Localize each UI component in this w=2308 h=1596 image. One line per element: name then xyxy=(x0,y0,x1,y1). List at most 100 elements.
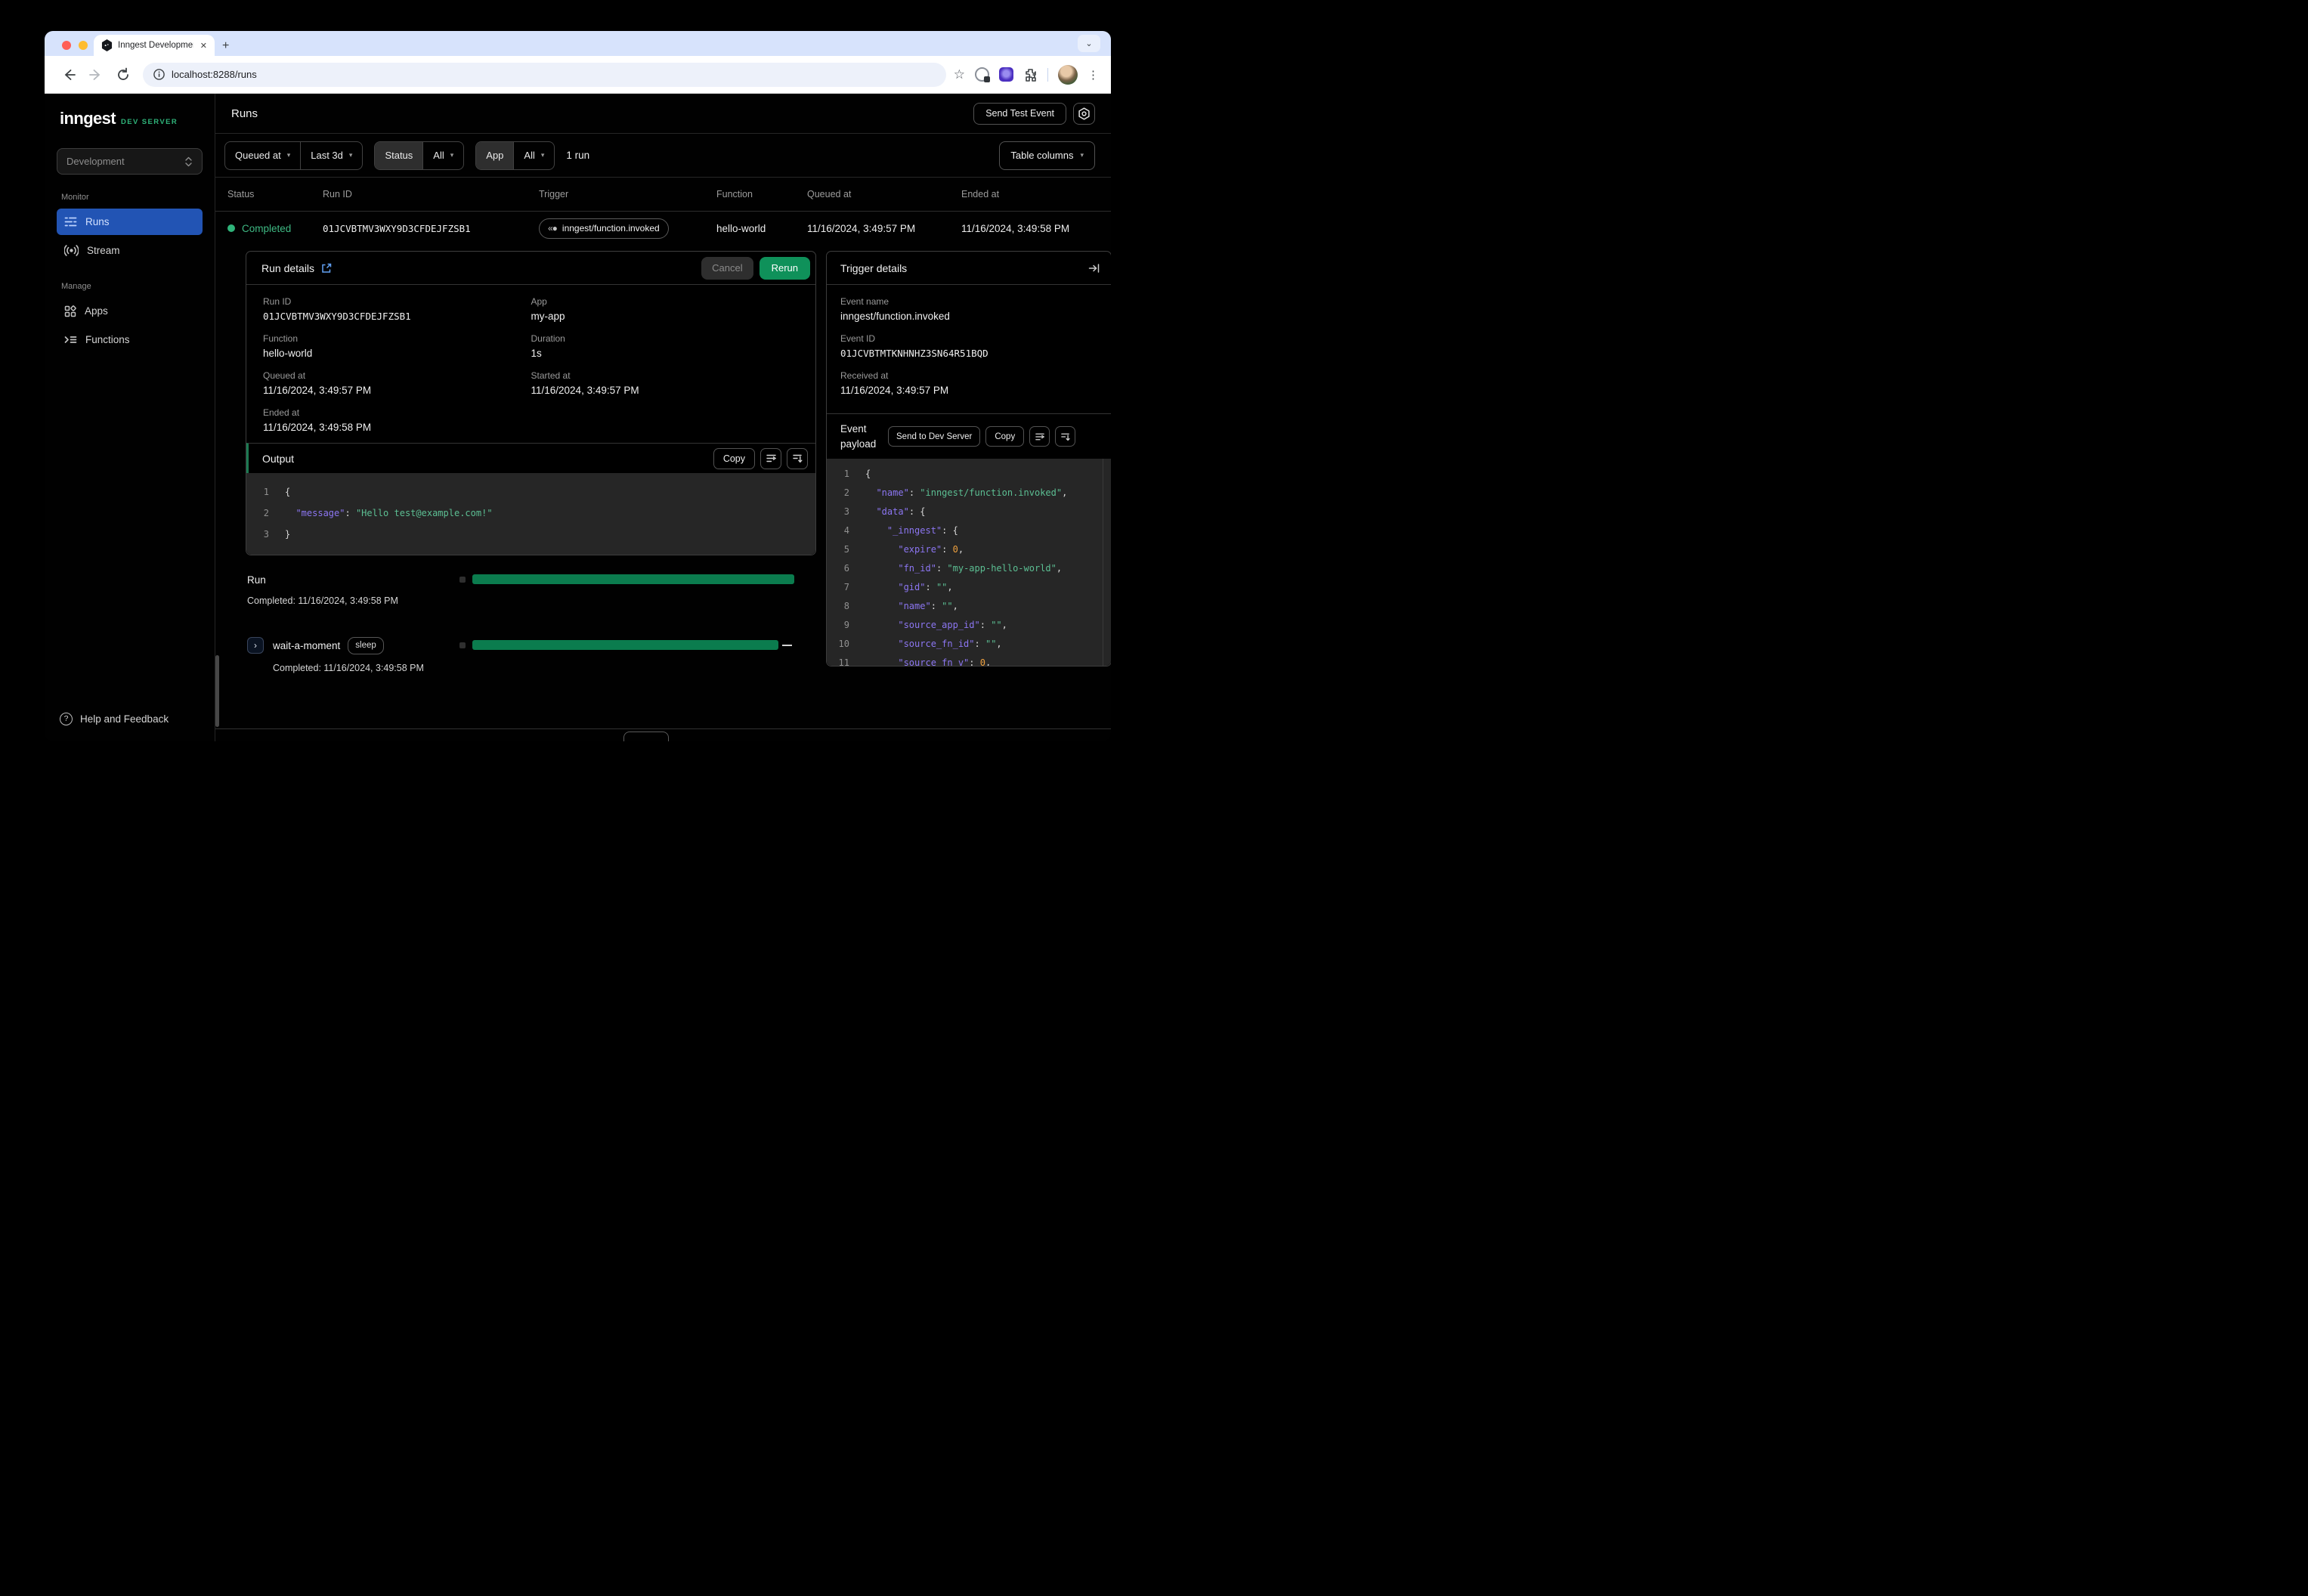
wrap-text-button[interactable] xyxy=(760,447,781,469)
send-to-dev-server-button[interactable]: Send to Dev Server xyxy=(888,426,981,447)
received-at-value: 11/16/2024, 3:49:57 PM xyxy=(840,385,949,396)
gear-icon xyxy=(1078,107,1090,120)
send-test-event-button[interactable]: Send Test Event xyxy=(973,102,1066,125)
filter-bar: Queued at ▾ Last 3d ▾ Status All ▾ App A… xyxy=(215,134,1111,178)
sidebar-item-apps[interactable]: Apps xyxy=(57,298,203,324)
field-app: App my-app xyxy=(531,296,800,322)
help-icon: ? xyxy=(60,712,73,725)
trigger-details-header: Trigger details xyxy=(827,252,1111,285)
row-ended-at: 11/16/2024, 3:49:58 PM xyxy=(961,222,1070,234)
tab-close-icon[interactable]: ✕ xyxy=(199,41,209,51)
monitor-section-label: Monitor xyxy=(61,193,89,202)
queued-at-value: 11/16/2024, 3:49:57 PM xyxy=(263,385,372,396)
time-range-dropdown[interactable]: Last 3d ▾ xyxy=(301,142,362,169)
browser-tab[interactable]: Inngest Development Server ✕ xyxy=(94,35,215,56)
payload-copy-button[interactable]: Copy xyxy=(985,426,1025,447)
help-and-feedback[interactable]: ? Help and Feedback xyxy=(57,705,203,732)
new-tab-button[interactable]: + xyxy=(222,40,229,52)
app-filter-dropdown[interactable]: All ▾ xyxy=(514,142,554,169)
event-payload-label: Event payload xyxy=(840,423,877,450)
ended-at-value: 11/16/2024, 3:49:58 PM xyxy=(263,422,372,433)
cut-off-button[interactable] xyxy=(623,732,669,741)
back-button[interactable] xyxy=(60,66,77,83)
apps-icon xyxy=(64,305,76,317)
collapse-panel-icon[interactable] xyxy=(1088,263,1100,274)
run-completed-text: Completed: 11/16/2024, 3:49:58 PM xyxy=(247,595,398,606)
toolbar-actions: ☆ ⋮ xyxy=(954,64,1100,85)
payload-wrap-text-button[interactable] xyxy=(1029,426,1050,447)
environment-value: Development xyxy=(67,156,125,167)
sidebar-item-label: Apps xyxy=(85,305,108,317)
scrollbar-thumb[interactable] xyxy=(215,655,219,727)
external-link-icon[interactable] xyxy=(321,263,332,274)
manage-section-label: Manage xyxy=(61,282,91,291)
payload-scroll-to-bottom-button[interactable] xyxy=(1055,426,1076,447)
column-header-function: Function xyxy=(716,189,753,200)
function-link[interactable]: hello-world xyxy=(263,348,531,359)
chevron-down-icon: ▾ xyxy=(450,151,454,159)
trigger-details-card: Trigger details Event name inngest/funct… xyxy=(826,251,1111,667)
stream-icon xyxy=(64,245,79,256)
main-content: Runs Send Test Event Queued at ▾ Last 3d… xyxy=(215,94,1111,741)
time-field-dropdown[interactable]: Queued at ▾ xyxy=(225,142,300,169)
trigger-event-pill[interactable]: «● inngest/function.invoked xyxy=(539,218,669,239)
sidebar-item-stream[interactable]: Stream xyxy=(57,237,203,264)
profile-avatar[interactable] xyxy=(1058,64,1078,85)
timeline-step-row: › wait-a-moment sleep xyxy=(247,636,816,654)
bookmark-star-icon[interactable]: ☆ xyxy=(954,68,965,81)
sidebar-item-functions[interactable]: Functions xyxy=(57,326,203,353)
time-filter: Queued at ▾ Last 3d ▾ xyxy=(224,141,364,170)
row-function: hello-world xyxy=(716,222,766,234)
timeline-start-marker xyxy=(459,577,466,583)
password-manager-extension-icon[interactable] xyxy=(975,67,990,82)
site-info-icon[interactable] xyxy=(153,69,165,80)
address-bar[interactable]: localhost:8288/runs xyxy=(143,62,946,87)
step-duration-bar[interactable] xyxy=(472,640,778,650)
wrap-text-icon xyxy=(766,454,776,462)
chevron-down-icon: ▾ xyxy=(348,151,353,159)
sidebar-item-runs[interactable]: Runs xyxy=(57,209,203,235)
run-duration-bar[interactable] xyxy=(472,574,794,584)
browser-menu-icon[interactable]: ⋮ xyxy=(1087,68,1099,82)
run-count: 1 run xyxy=(566,150,590,161)
settings-button[interactable] xyxy=(1073,102,1095,125)
table-header: Status Run ID Trigger Function Queued at… xyxy=(215,178,1111,211)
dev-server-badge: DEV SERVER xyxy=(121,118,178,126)
trigger-details-title: Trigger details xyxy=(840,261,908,274)
table-columns-button[interactable]: Table columns ▾ xyxy=(999,141,1095,170)
reload-button[interactable] xyxy=(115,66,131,83)
row-status: Completed xyxy=(242,222,292,234)
purple-extension-icon[interactable] xyxy=(999,67,1013,82)
scroll-to-bottom-icon xyxy=(1060,433,1070,441)
row-queued-at: 11/16/2024, 3:49:57 PM xyxy=(807,222,916,234)
rerun-button[interactable]: Rerun xyxy=(759,256,810,280)
minimize-window-button[interactable] xyxy=(79,41,88,50)
output-copy-button[interactable]: Copy xyxy=(713,447,755,469)
field-received-at: Received at 11/16/2024, 3:49:57 PM xyxy=(840,370,1097,396)
field-ended-at: Ended at 11/16/2024, 3:49:58 PM xyxy=(263,407,531,433)
close-window-button[interactable] xyxy=(62,41,71,50)
trigger-details-fields: Event name inngest/function.invoked Even… xyxy=(827,285,1111,413)
scroll-to-bottom-button[interactable] xyxy=(787,447,808,469)
app-link[interactable]: my-app xyxy=(531,311,800,322)
expand-step-button[interactable]: › xyxy=(247,637,264,654)
table-row[interactable]: Completed 01JCVBTMV3WXY9D3CFDEJFZSB1 «● … xyxy=(215,211,1111,245)
event-payload-code[interactable]: 1{2 "name": "inngest/function.invoked", 3… xyxy=(827,459,1111,666)
timeline-run-label: Run xyxy=(247,574,266,586)
output-code[interactable]: 1{2 "message": "Hello test@example.com!"… xyxy=(246,473,815,555)
extensions-puzzle-icon[interactable] xyxy=(1023,67,1038,82)
field-queued-at: Queued at 11/16/2024, 3:49:57 PM xyxy=(263,370,531,396)
forward-button[interactable] xyxy=(88,66,104,83)
runs-icon xyxy=(64,217,77,227)
status-filter-dropdown[interactable]: All ▾ xyxy=(423,142,463,169)
started-at-value: 11/16/2024, 3:49:57 PM xyxy=(531,385,639,396)
output-title: Output xyxy=(262,452,295,465)
environment-select[interactable]: Development xyxy=(57,148,203,175)
cancel-button[interactable]: Cancel xyxy=(701,256,753,280)
sidebar-item-label: Functions xyxy=(85,334,130,345)
app-filter-value: All xyxy=(524,150,535,161)
tab-search-chevron-icon[interactable]: ⌄ xyxy=(1078,35,1100,52)
timeline-start-marker xyxy=(459,642,466,648)
status-filter-label: Status xyxy=(375,141,423,169)
time-range-value: Last 3d xyxy=(311,150,343,161)
